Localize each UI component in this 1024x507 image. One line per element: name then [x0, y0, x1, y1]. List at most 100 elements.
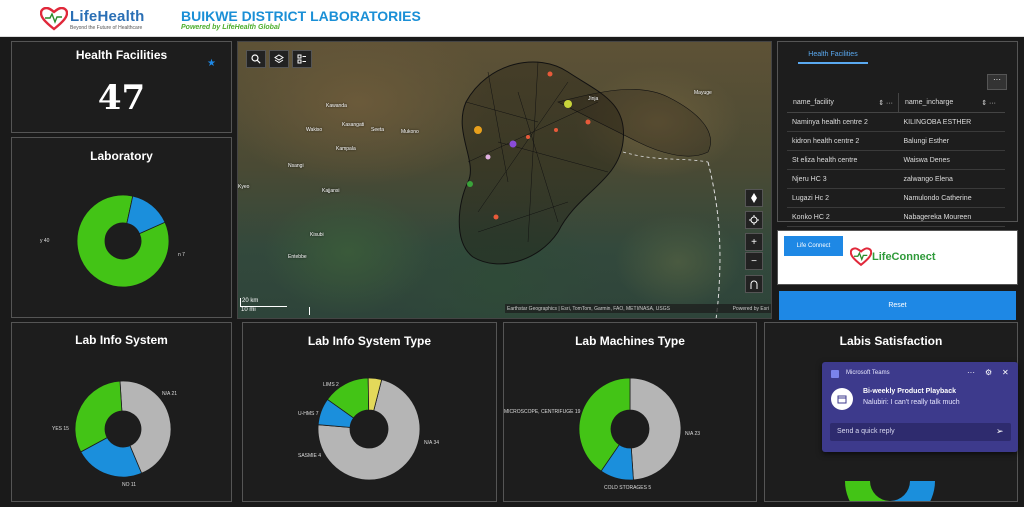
cell-incharge: Balungi Esther	[898, 131, 1005, 151]
cell-incharge: KILINGOBA ESTHER	[898, 112, 1005, 132]
map-place-label: Kampala	[336, 146, 356, 152]
chart-data-label: N/A 23	[685, 431, 700, 437]
locate-button[interactable]	[745, 211, 763, 229]
column-label: name_incharge	[905, 98, 954, 106]
sort-icon[interactable]: ⇕ ···	[878, 99, 897, 107]
scale-km: 20 km	[240, 298, 287, 307]
lifehealth-logo[interactable]: LifeHealth Beyond the Future of Healthca…	[40, 6, 150, 32]
map-place-label: Kasangati	[342, 122, 365, 128]
compass-button[interactable]	[745, 189, 763, 207]
lab-info-system-donut-chart[interactable]: N/A 21 NO 11 YES 15	[12, 351, 231, 501]
map-place-label: Seeta	[371, 127, 385, 133]
cell-incharge: Waiswa Denes	[898, 150, 1005, 170]
chart-data-label: N/A 21	[162, 391, 177, 397]
sort-icon[interactable]: ⇕ ···	[981, 99, 1004, 107]
close-icon: ✕	[1002, 368, 1009, 377]
table-row[interactable]: Konko HC 2 Nabagereka Moureen	[787, 207, 1005, 227]
layers-icon	[274, 54, 284, 64]
notification-close-button[interactable]: ✕	[1002, 368, 1009, 377]
map-place-label: Mukono	[401, 129, 419, 135]
map-view[interactable]: Kawanda Wakiso Kasangati Seeta Mukono Ka…	[237, 41, 772, 319]
table-row[interactable]: Naminya health centre 2 KILINGOBA ESTHER	[787, 112, 1005, 132]
reset-button[interactable]: Reset	[779, 291, 1016, 320]
chart-slice	[845, 481, 890, 501]
home-icon	[750, 280, 758, 289]
attribution-text: Earthstar Geographics | Esri, TomTom, Ga…	[507, 305, 670, 312]
cell-facility: Konko HC 2	[787, 207, 899, 227]
table-row[interactable]: kidron health centre 2 Balungi Esther	[787, 131, 1005, 151]
search-icon	[251, 54, 261, 64]
brand-name: LifeHealth	[70, 8, 145, 25]
map-place-label: Kajjansi	[322, 188, 340, 194]
powered-by-esri-link[interactable]: Powered by Esri	[733, 306, 769, 312]
chart-data-label: N/A 34	[424, 440, 439, 446]
table-row[interactable]: St eliza health centre Waiswa Denes	[787, 150, 1005, 170]
table-row[interactable]: Njeru HC 3 zalwango Elena	[787, 169, 1005, 189]
lab-machines-type-title: Lab Machines Type	[575, 334, 685, 348]
gear-icon: ⚙	[985, 368, 993, 377]
map-place-label: Kisubi	[310, 232, 324, 238]
cell-facility: Naminya health centre 2	[787, 112, 899, 132]
cell-incharge: zalwango Elena	[898, 169, 1005, 189]
cell-incharge: Namulondo Catherine	[898, 188, 1005, 208]
health-facilities-title: Health Facilities	[75, 48, 168, 62]
chart-slice[interactable]	[629, 377, 682, 481]
table-row[interactable]: Lugazi Hc 2 Namulondo Catherine	[787, 188, 1005, 208]
layers-button[interactable]	[269, 50, 289, 68]
life-connect-panel: Life Connect LifeConnect	[777, 230, 1018, 285]
chart-data-label: y 40	[40, 238, 50, 244]
heart-pulse-icon	[40, 7, 68, 31]
page-title: BUIKWE DISTRICT LABORATORIES	[181, 8, 421, 24]
search-map-button[interactable]	[246, 50, 266, 68]
legend-icon	[297, 54, 306, 64]
send-icon[interactable]: ➢	[996, 426, 1004, 437]
meeting-message: Nalubiri: I can't really talk much	[863, 399, 960, 406]
plus-icon: +	[751, 236, 757, 248]
life-connect-button[interactable]: Life Connect	[784, 236, 843, 256]
quick-reply-input[interactable]: Send a quick reply ➢	[830, 423, 1011, 441]
zoom-out-button[interactable]: −	[745, 252, 763, 270]
cell-facility: kidron health centre 2	[787, 131, 899, 151]
chart-data-label: SASMIE 4	[298, 453, 321, 459]
cell-facility: St eliza health centre	[787, 150, 899, 170]
map-place-label: Nsangi	[288, 163, 304, 169]
lifeconnect-wordmark: LifeConnect	[872, 251, 936, 263]
map-place-label: Kawanda	[326, 103, 347, 109]
lab-machines-type-donut-chart[interactable]: N/A 23 COLD STORAGES 5 MICROSCOPE, CENTRIF…	[504, 351, 756, 501]
top-bar: LifeHealth Beyond the Future of Healthca…	[0, 0, 1024, 37]
chart-data-label: n 7	[178, 252, 185, 258]
map-place-label: Wakiso	[306, 127, 323, 133]
lab-info-system-title: Lab Info System	[75, 333, 168, 347]
minus-icon: −	[751, 255, 757, 267]
column-header-name-facility[interactable]: name_facility ⇕ ···	[787, 93, 899, 113]
lab-info-system-type-donut-chart[interactable]: N/A 34 SASMIE 4 U-HMS 7 LIMS 2	[243, 351, 496, 501]
chart-data-label: NO 11	[122, 482, 136, 488]
more-icon: ···	[993, 75, 1001, 84]
home-button[interactable]	[745, 275, 763, 293]
laboratory-title: Laboratory	[90, 149, 153, 163]
map-place-label: Kyeo	[238, 184, 250, 190]
laboratory-donut-chart[interactable]: y 40 n 7	[12, 166, 231, 316]
brand-tagline: Beyond the Future of Healthcare	[70, 25, 143, 31]
tab-label: Health Facilities	[808, 51, 858, 58]
lifeconnect-logo: LifeConnect	[850, 246, 960, 270]
quick-reply-placeholder: Send a quick reply	[837, 428, 895, 435]
meeting-title: Bi-weekly Product Playback	[863, 388, 956, 395]
table-options-button[interactable]: ···	[987, 74, 1007, 90]
lab-info-system-type-panel: Lab Info System Type N/A 34 SASMIE 4 U-HMS…	[242, 322, 497, 502]
zoom-in-button[interactable]: +	[745, 233, 763, 251]
chart-slice[interactable]	[74, 380, 123, 453]
chart-data-label: COLD STORAGES 5	[604, 485, 651, 491]
tab-health-facilities[interactable]: Health Facilities	[798, 51, 868, 64]
notification-more-button[interactable]: ···	[967, 368, 975, 377]
scale-mi: 10 mi	[240, 307, 310, 315]
map-attribution: Earthstar Geographics | Esri, TomTom, Ga…	[505, 304, 771, 313]
labis-satisfaction-title: Labis Satisfaction	[839, 334, 943, 348]
table-header-row: name_facility ⇕ ··· name_incharge ⇕ ···	[787, 93, 1005, 113]
health-facilities-count: 47	[97, 78, 146, 118]
scale-bar: 20 km 10 mi	[240, 298, 310, 315]
teams-notification[interactable]: Microsoft Teams ··· ⚙ ✕ Bi-weekly Produc…	[822, 362, 1018, 452]
legend-button[interactable]	[292, 50, 312, 68]
notification-settings-button[interactable]: ⚙	[985, 368, 992, 377]
column-header-name-incharge[interactable]: name_incharge ⇕ ···	[898, 93, 1005, 113]
